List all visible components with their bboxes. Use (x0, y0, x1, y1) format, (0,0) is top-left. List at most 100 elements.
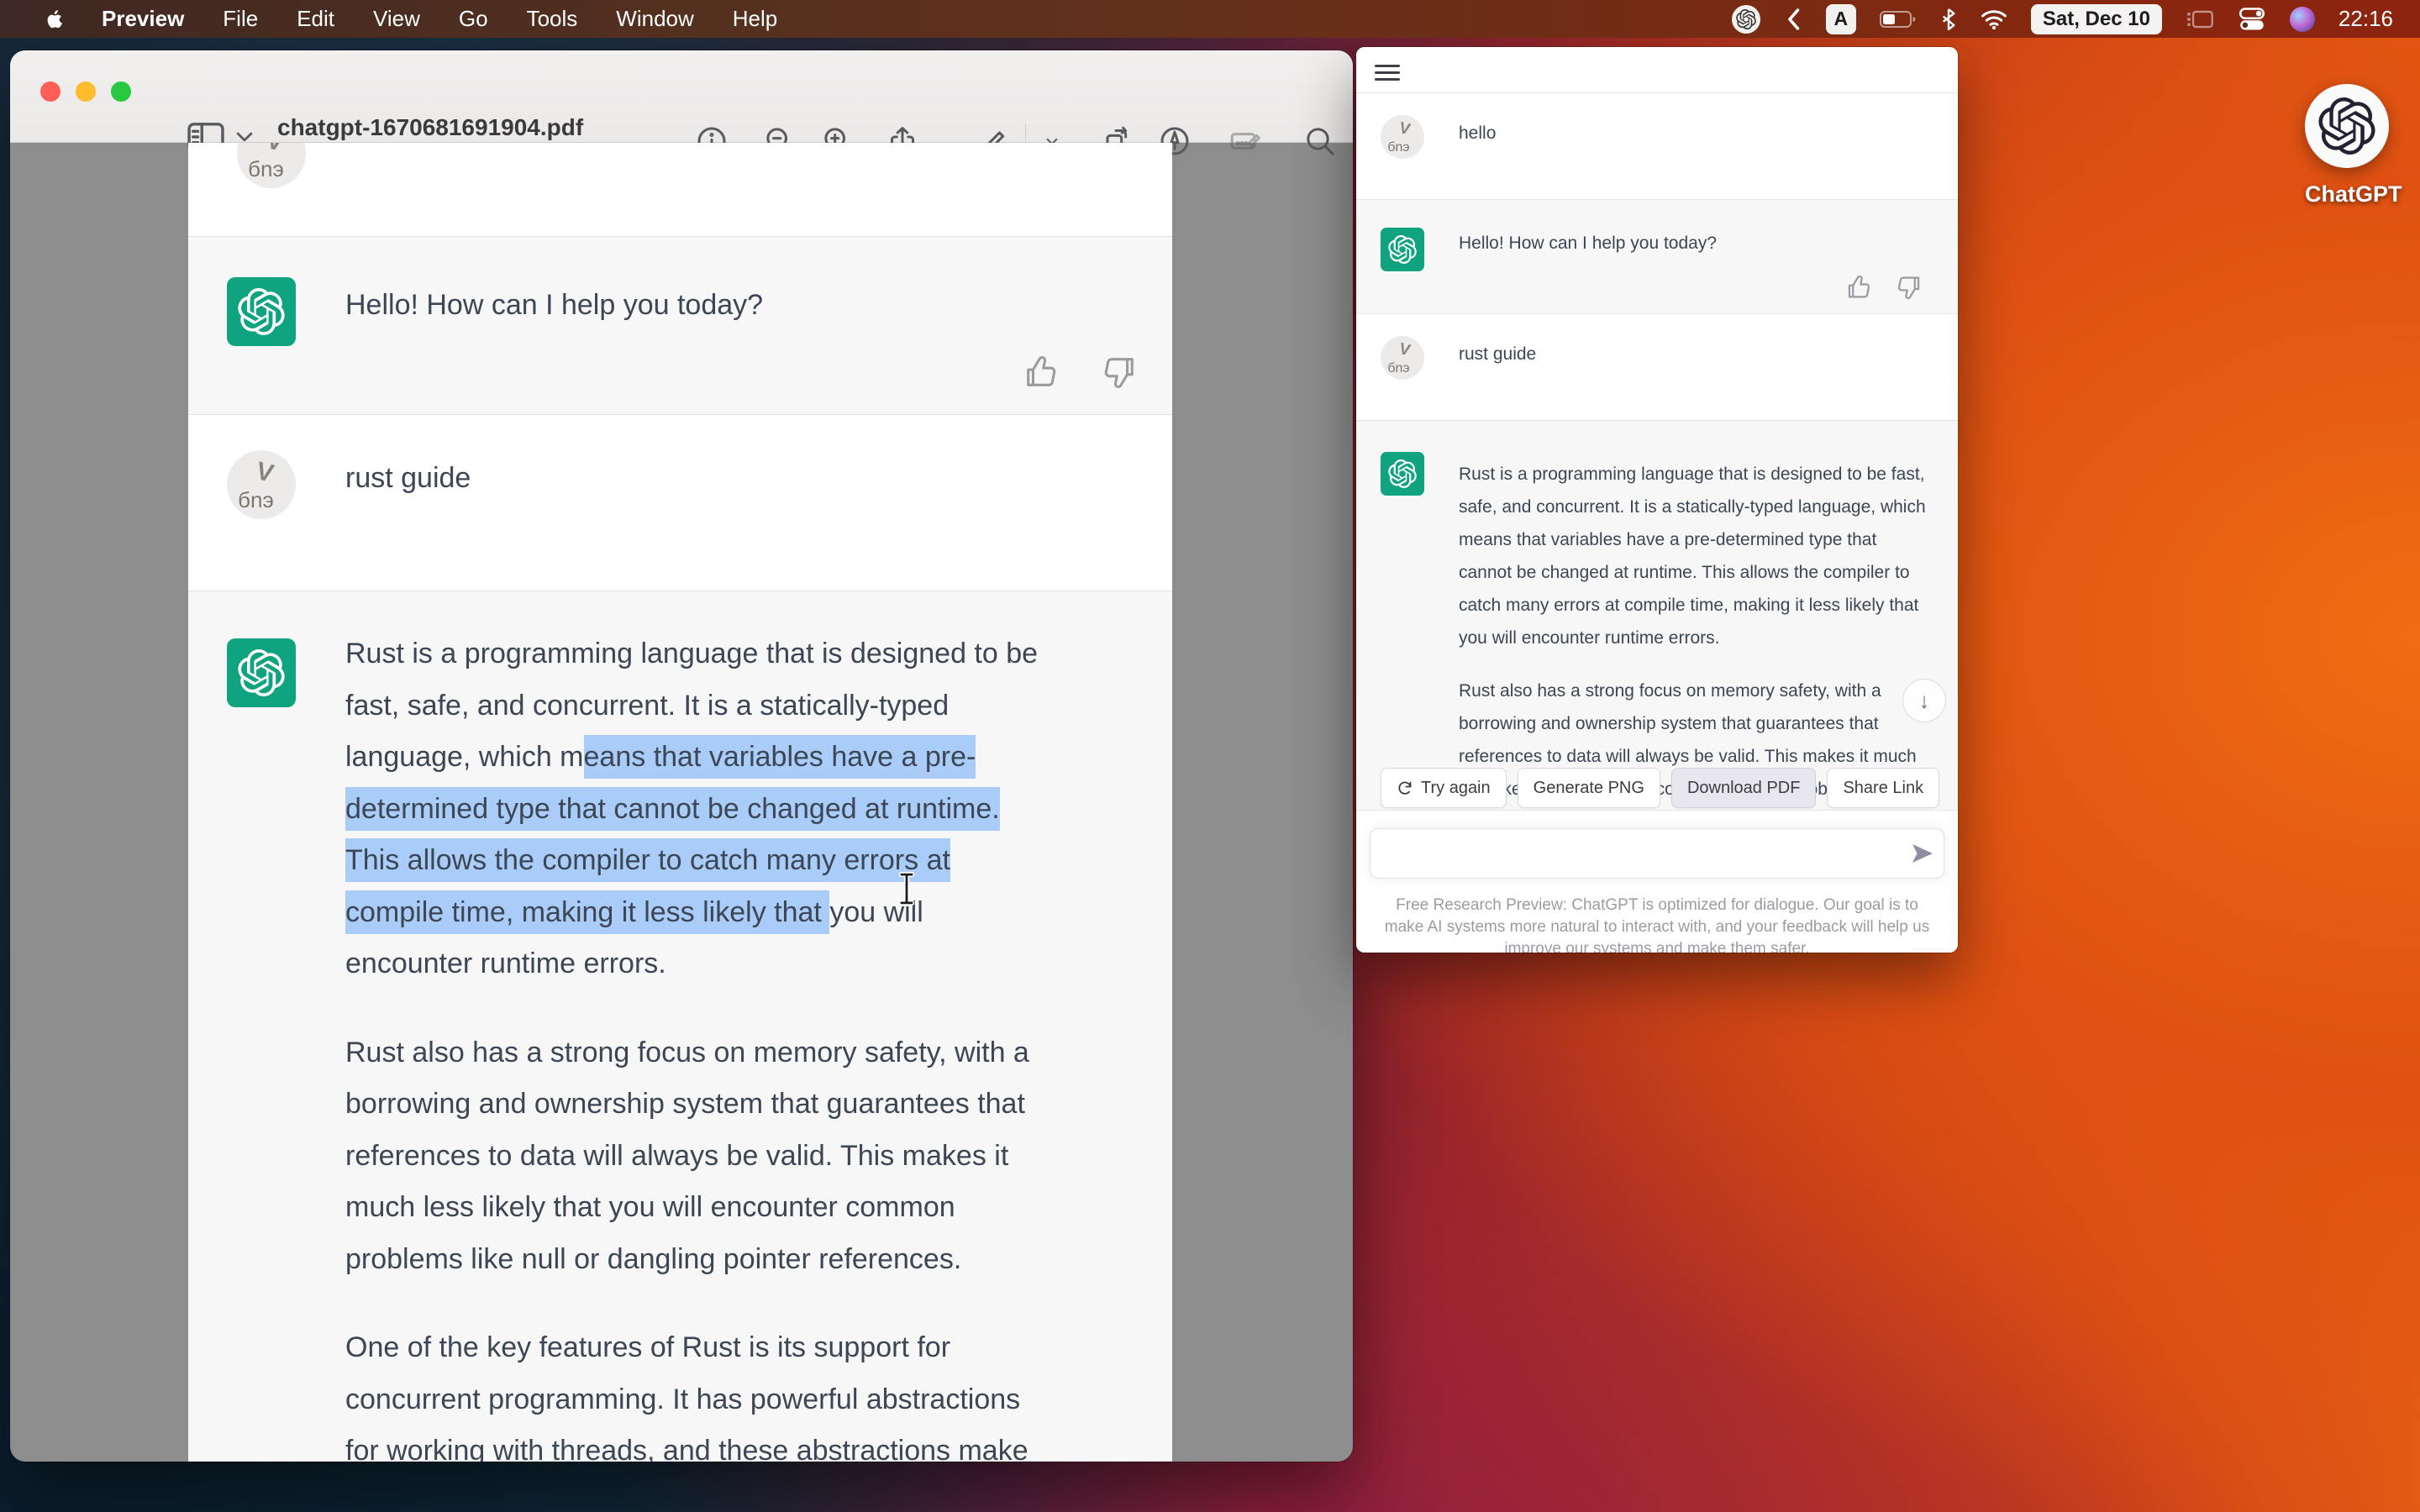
selected-text: compile time, making it less likely that (345, 890, 829, 934)
desktop-icon-label: ChatGPT (2305, 181, 2389, 207)
chatgpt-avatar-icon (1381, 228, 1424, 271)
arrow-down-icon: ↓ (1919, 688, 1930, 714)
user-avatar: V бnэ (227, 450, 296, 519)
document-title: chatgpt-1670681691904.pdf (277, 114, 583, 141)
hamburger-menu-icon[interactable] (1375, 60, 1400, 85)
chatgpt-status-icon[interactable] (1720, 0, 1772, 38)
chat-topbar (1356, 47, 1958, 93)
chat-user-msg2: rust guide (1459, 344, 1536, 365)
user-avatar: V бnэ (1381, 115, 1424, 159)
button-label: Try again (1421, 779, 1491, 798)
chatgpt-avatar-icon (227, 277, 296, 346)
clock-time[interactable]: 22:16 (2327, 0, 2405, 38)
search-icon[interactable] (1300, 121, 1340, 161)
send-icon[interactable] (1911, 843, 1934, 864)
pdf-text-line: One of the key features of Rust is its s… (345, 1322, 1038, 1374)
preview-window: chatgpt-1670681691904.pdf 1 page (10, 50, 1353, 1462)
chatgpt-avatar-icon (227, 638, 296, 707)
form-fill-icon[interactable] (1225, 121, 1265, 161)
pdf-paragraph: Rust is a programming language that is d… (345, 628, 1038, 990)
chatgpt-avatar-icon (1381, 452, 1424, 496)
user-prompt-text: rust guide (345, 462, 471, 495)
menu-item-go[interactable]: Go (439, 0, 508, 38)
pdf-text-line: for working with threads, and these abst… (345, 1425, 1038, 1462)
menu-item-help[interactable]: Help (713, 0, 797, 38)
chevron-left-icon[interactable] (1772, 0, 1814, 38)
pdf-text-line: Rust is a programming language that is d… (345, 628, 1038, 680)
keyboard-layout-badge[interactable]: A (1814, 0, 1868, 38)
pdf-answer-text: Rust is a programming language that is d… (345, 628, 1038, 1462)
chat-row-user2: V бnэ rust guide (1356, 314, 1958, 420)
button-label: Download PDF (1687, 779, 1801, 798)
battery-icon[interactable] (1868, 0, 1928, 38)
chat-input[interactable] (1370, 828, 1944, 879)
chat-user-msg1: hello (1459, 123, 1496, 144)
thumbs-up-icon[interactable] (1845, 273, 1874, 302)
menu-item-window[interactable]: Window (597, 0, 713, 38)
menu-item-tools[interactable]: Tools (508, 0, 597, 38)
pdf-row-user-partial: V бnэ (188, 143, 1172, 236)
try-again-button[interactable]: Try again (1381, 768, 1507, 808)
selected-text: This allows the compiler to catch many e… (345, 838, 950, 882)
wifi-icon[interactable] (1969, 0, 2019, 38)
chat-assistant-answer: Rust is a programming language that is d… (1459, 458, 1929, 811)
apple-icon[interactable] (25, 0, 82, 38)
bluetooth-icon[interactable] (1928, 0, 1969, 38)
pdf-text-line: compile time, making it less likely that… (345, 887, 1038, 939)
pdf-text-line: encounter runtime errors. (345, 938, 1038, 990)
pdf-text-line: much less likely that you will encounter… (345, 1182, 1038, 1234)
menu-item-edit[interactable]: Edit (277, 0, 354, 38)
chat-bottom-bar: Free Research Preview: ChatGPT is optimi… (1356, 811, 1958, 953)
pdf-text-line: fast, safe, and concurrent. It is a stat… (345, 680, 1038, 732)
minimize-button[interactable] (76, 81, 96, 102)
pdf-text-line: This allows the compiler to catch many e… (345, 835, 1038, 887)
pdf-row-assistant-greeting: Hello! How can I help you today? (188, 236, 1172, 415)
chat-footer-text: Free Research Preview: ChatGPT is optimi… (1380, 895, 1934, 953)
pdf-paragraph: Rust also has a strong focus on memory s… (345, 1027, 1038, 1286)
selected-text: eans that variables have a pre- (584, 735, 976, 779)
menu-bar: Preview File Edit View Go Tools Window H… (0, 0, 2420, 38)
assistant-greeting-text: Hello! How can I help you today? (345, 289, 763, 322)
control-center-icon[interactable] (2226, 0, 2278, 38)
menu-item-file[interactable]: File (203, 0, 277, 38)
download-pdf-button[interactable]: Download PDF (1671, 768, 1817, 808)
pdf-text-line: Rust also has a strong focus on memory s… (345, 1027, 1038, 1079)
pdf-text-line: determined type that cannot be changed a… (345, 784, 1038, 836)
action-buttons: Try again Generate PNG Download PDF Share L… (1381, 768, 1939, 808)
pdf-text-line: concurrent programming. It has powerful … (345, 1374, 1038, 1426)
user-avatar: V бnэ (237, 143, 306, 188)
retry-icon (1397, 780, 1413, 796)
thumbs-down-icon[interactable] (1099, 353, 1138, 391)
pdf-row-user-prompt: V бnэ rust guide (188, 415, 1172, 591)
zoom-button[interactable] (111, 81, 131, 102)
chat-row-assistant-greeting: Hello! How can I help you today? (1356, 199, 1958, 314)
pdf-text-line: problems like null or dangling pointer r… (345, 1234, 1038, 1286)
pdf-page[interactable]: V бnэ Hello! How can I help you today? V… (188, 143, 1172, 1462)
share-link-button[interactable]: Share Link (1827, 768, 1939, 808)
desktop-icon-chatgpt[interactable]: ChatGPT (2305, 84, 2389, 207)
generate-png-button[interactable]: Generate PNG (1518, 768, 1660, 808)
selected-text: determined type that cannot be changed a… (345, 787, 1000, 831)
user-avatar: V бnэ (1381, 336, 1424, 380)
pdf-text-line: borrowing and ownership system that guar… (345, 1079, 1038, 1131)
close-button[interactable] (40, 81, 60, 102)
button-label: Generate PNG (1534, 779, 1644, 798)
button-label: Share Link (1843, 779, 1923, 798)
pdf-text-line: language, which means that variables hav… (345, 732, 1038, 784)
chat-assistant-greeting: Hello! How can I help you today? (1459, 234, 1717, 254)
pdf-paragraph: One of the key features of Rust is its s… (345, 1322, 1038, 1462)
screen-mirroring-icon[interactable] (2174, 0, 2226, 38)
pdf-text-line: references to data will always be valid.… (345, 1131, 1038, 1183)
menu-app-name[interactable]: Preview (82, 0, 203, 38)
thumbs-up-icon[interactable] (1023, 353, 1061, 391)
scroll-to-bottom-button[interactable]: ↓ (1902, 679, 1946, 722)
chatgpt-logo-icon (2305, 84, 2389, 168)
thumbs-down-icon[interactable] (1894, 273, 1923, 302)
text-cursor (897, 872, 916, 910)
date-badge[interactable]: Sat, Dec 10 (2019, 0, 2174, 38)
preview-titlebar: chatgpt-1670681691904.pdf 1 page (10, 50, 1353, 143)
traffic-lights (40, 81, 131, 102)
menu-item-view[interactable]: View (354, 0, 439, 38)
siri-icon[interactable] (2278, 0, 2327, 38)
chat-row-assistant-answer: Rust is a programming language that is d… (1356, 420, 1958, 811)
